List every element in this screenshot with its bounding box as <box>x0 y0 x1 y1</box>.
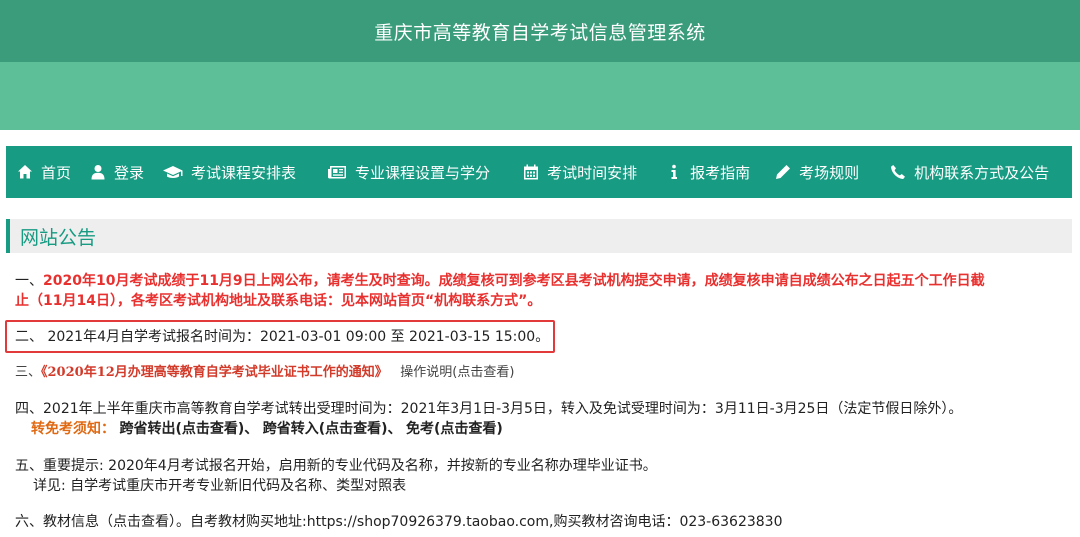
notice-item-3-prefix: 三、 <box>15 365 42 380</box>
newspaper-icon <box>326 163 348 181</box>
header-title-bar: 重庆市高等教育自学考试信息管理系统 <box>0 0 1080 62</box>
notice-item-4-links: 转免考须知： 跨省转出(点击查看)、 跨省转入(点击查看)、 免考(点击查看) <box>31 419 503 439</box>
transfer-notice-label: 转免考须知： <box>31 421 115 437</box>
separator: 、 <box>387 421 402 437</box>
transfer-out-link[interactable]: 跨省转出(点击查看) <box>119 421 244 437</box>
notice-item-1-text-2: 止（11月14日），各考区考试机构地址及联系电话：见本网站首页“机构联系方式”。 <box>15 293 542 309</box>
nav-item-login[interactable]: 登录 <box>89 162 144 183</box>
nav-item-contact[interactable]: 机构联系方式及公告 <box>889 162 1049 183</box>
main-nav: 首页 登录 考试课程安排表 专业课程设置与学分 考试时间安排 报考指南 考场规则… <box>6 146 1072 198</box>
nav-label-course-schedule: 考试课程安排表 <box>191 163 297 182</box>
notice-item-1-line-2: 止（11月14日），各考区考试机构地址及联系电话：见本网站首页“机构联系方式”。 <box>15 291 541 311</box>
notice-item-2: 二、 2021年4月自学考试报名时间为：2021-03-01 09:00 至 2… <box>15 327 549 347</box>
nav-label-contact: 机构联系方式及公告 <box>914 163 1050 182</box>
home-icon <box>16 163 34 181</box>
notice-item-5-detail: 详见: 自学考试重庆市开考专业新旧代码及名称、类型对照表 <box>33 476 406 496</box>
site-header: 重庆市高等教育自学考试信息管理系统 <box>0 0 1080 130</box>
nav-label-login: 登录 <box>114 163 145 182</box>
calendar-icon <box>522 163 540 181</box>
notice-item-4: 四、2021年上半年重庆市高等教育自学考试转出受理时间为：2021年3月1日-3… <box>15 399 962 419</box>
user-icon <box>89 163 107 181</box>
nav-label-home: 首页 <box>41 163 72 182</box>
notice-item-4-text: 四、2021年上半年重庆市高等教育自学考试转出受理时间为：2021年3月1日-3… <box>15 401 963 417</box>
notice-item-1-line-1: 一、2020年10月考试成绩于11月9日上网公布，请考生及时查询。成绩复核可到参… <box>15 271 985 291</box>
notice-item-1-prefix: 一、 <box>15 273 43 289</box>
nav-label-major-courses: 专业课程设置与学分 <box>355 163 491 182</box>
notice-item-1-text-1: 2020年10月考试成绩于11月9日上网公布，请考生及时查询。成绩复核可到参考区… <box>43 273 985 289</box>
notice-item-6: 六、教材信息（点击查看）。自考教材购买地址:https://shop709263… <box>15 512 782 532</box>
nav-item-major-courses[interactable]: 专业课程设置与学分 <box>326 162 490 183</box>
notice-item-5: 五、重要提示: 2020年4月考试报名开始，启用新的专业代码及名称，并按新的专业… <box>15 456 657 476</box>
nav-item-home[interactable]: 首页 <box>16 162 71 183</box>
graduation-cap-icon <box>162 163 184 181</box>
textbook-info-link[interactable]: 六、教材信息（点击查看）。自考教材购买地址:https://shop709263… <box>15 514 782 530</box>
nav-label-guide: 报考指南 <box>690 163 751 182</box>
transfer-in-link[interactable]: 跨省转入(点击查看) <box>263 421 388 437</box>
info-icon <box>665 163 683 181</box>
site-title: 重庆市高等教育自学考试信息管理系统 <box>374 21 706 44</box>
nav-item-guide[interactable]: 报考指南 <box>665 162 750 183</box>
graduation-notice-link[interactable]: 《2020年12月办理高等教育自学考试毕业证书工作的通知》 <box>41 365 388 380</box>
notice-item-3: 三、《2020年12月办理高等教育自学考试毕业证书工作的通知》 操作说明(点击查… <box>15 362 514 383</box>
nav-item-course-schedule[interactable]: 考试课程安排表 <box>162 162 296 183</box>
notice-item-5-text: 五、重要提示: 2020年4月考试报名开始，启用新的专业代码及名称，并按新的专业… <box>15 458 657 474</box>
notice-section-header: 网站公告 <box>6 219 1072 253</box>
nav-item-rules[interactable]: 考场规则 <box>774 162 859 183</box>
pencil-icon <box>774 163 792 181</box>
separator: 、 <box>244 421 259 437</box>
notice-item-2-text: 二、 2021年4月自学考试报名时间为：2021-03-01 09:00 至 2… <box>15 329 550 345</box>
code-comparison-link[interactable]: 详见: 自学考试重庆市开考专业新旧代码及名称、类型对照表 <box>33 478 406 494</box>
notice-title: 网站公告 <box>20 226 97 249</box>
exemption-link[interactable]: 免考(点击查看) <box>406 421 503 437</box>
phone-icon <box>889 163 907 181</box>
operation-guide-link[interactable]: 操作说明(点击查看) <box>400 365 514 380</box>
nav-label-exam-time: 考试时间安排 <box>547 163 638 182</box>
nav-item-exam-time[interactable]: 考试时间安排 <box>522 162 637 183</box>
nav-label-rules: 考场规则 <box>799 163 860 182</box>
